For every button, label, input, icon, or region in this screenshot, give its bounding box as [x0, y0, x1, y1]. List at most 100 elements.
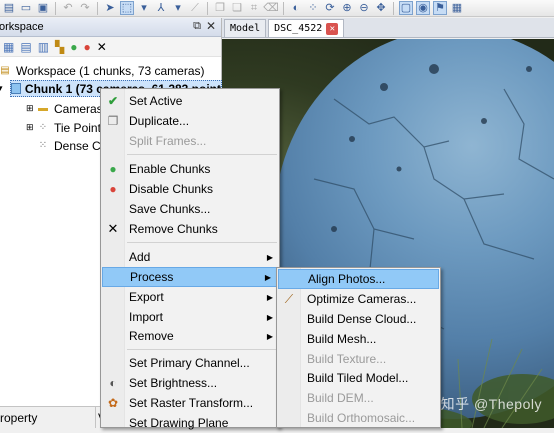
- menu-item-label: Remove Chunks: [129, 222, 218, 236]
- menu-separator: [127, 242, 277, 243]
- menu-item-enable-chunks[interactable]: ● Enable Chunks: [101, 159, 279, 179]
- remove-icon[interactable]: ✕: [97, 40, 107, 54]
- workspace-title-bar: orkspace ⧉ ✕: [0, 18, 221, 37]
- sphere-icon[interactable]: ◐: [289, 1, 303, 15]
- menu-item-label: Build Dense Cloud...: [307, 312, 417, 326]
- points-icon[interactable]: ⁘: [306, 1, 320, 15]
- tab-photo[interactable]: DSC_4522 ✕: [268, 19, 345, 37]
- menu-item-split-frames[interactable]: Split Frames...: [101, 131, 279, 151]
- close-icon[interactable]: ✕: [326, 22, 339, 35]
- shapes-view-icon[interactable]: ◉: [416, 1, 430, 15]
- menu-item-build-dem[interactable]: Build DEM...: [277, 388, 440, 408]
- watermark: 知乎 @Thepoly: [440, 396, 542, 412]
- property-column-header[interactable]: roperty: [0, 407, 96, 428]
- menu-item-set-primary-channel[interactable]: Set Primary Channel...: [101, 353, 279, 373]
- menu-item-disable-chunks[interactable]: ● Disable Chunks: [101, 179, 279, 199]
- crop-icon[interactable]: ⌗: [247, 1, 261, 15]
- enable-icon[interactable]: ●: [70, 40, 77, 54]
- chunk-icon: [11, 83, 21, 94]
- selection-tool-icon[interactable]: ⬚: [120, 1, 134, 15]
- ruler-icon[interactable]: ⟋: [188, 1, 202, 15]
- undock-icon[interactable]: ⧉: [193, 20, 201, 33]
- menu-item-build-orthomosaic[interactable]: Build Orthomosaic...: [277, 408, 440, 428]
- menu-item-label: Add: [129, 250, 151, 264]
- menu-item-optimize-cameras[interactable]: ⟋ Optimize Cameras...: [277, 289, 440, 309]
- workspace-root-item[interactable]: ▤ Workspace (1 chunks, 73 cameras): [0, 62, 204, 79]
- menu-item-build-tiled-model[interactable]: Build Tiled Model...: [277, 368, 440, 388]
- copy-icon[interactable]: ❐: [213, 1, 227, 15]
- checkmark-icon: ✔: [107, 94, 119, 108]
- menu-item-label: Import: [129, 310, 164, 324]
- pointer-icon[interactable]: ➤: [103, 1, 117, 15]
- redo-icon[interactable]: ↷: [78, 1, 92, 15]
- menu-item-add[interactable]: Add ▶: [101, 247, 279, 267]
- menu-item-label: Duplicate...: [129, 114, 190, 128]
- tree-item-tie-points[interactable]: ⊞ ⁘ Tie Points: [26, 119, 107, 136]
- disable-icon[interactable]: ●: [84, 40, 91, 54]
- duplicate-icon: ❐: [107, 114, 119, 128]
- merge-chunks-icon[interactable]: ▚: [55, 40, 64, 54]
- menu-item-build-texture[interactable]: Build Texture...: [277, 349, 440, 369]
- open-icon[interactable]: ▤: [2, 1, 16, 15]
- cameras-view-icon[interactable]: ▢: [399, 1, 413, 15]
- menu-item-align-photos[interactable]: Align Photos...: [278, 269, 439, 289]
- enable-icon: ●: [109, 162, 117, 176]
- menu-item-process[interactable]: Process ▶: [102, 267, 278, 287]
- submenu-arrow-icon: ▶: [266, 312, 273, 322]
- menu-item-remove-chunks[interactable]: ✕ Remove Chunks: [101, 219, 279, 239]
- menu-item-label: Build DEM...: [307, 391, 374, 405]
- menu-item-set-raster-transform[interactable]: ✿ Set Raster Transform...: [101, 393, 279, 413]
- menu-separator: [127, 154, 277, 155]
- move-icon[interactable]: ✥: [374, 1, 388, 15]
- menu-item-label: Set Active: [129, 94, 183, 108]
- markers-view-icon[interactable]: ⚑: [433, 1, 447, 15]
- menu-item-set-brightness[interactable]: ◐ Set Brightness...: [101, 373, 279, 393]
- menu-item-set-active[interactable]: ✔ Set Active: [101, 91, 279, 111]
- expand-plus-icon[interactable]: ⊞: [26, 103, 36, 114]
- menu-item-duplicate[interactable]: ❐ Duplicate...: [101, 111, 279, 131]
- zoom-in-icon[interactable]: ⊕: [340, 1, 354, 15]
- workspace-icon: ▤: [0, 65, 10, 76]
- undo-icon[interactable]: ↶: [61, 1, 75, 15]
- close-icon: ✕: [107, 221, 119, 236]
- tie-points-icon: ⁘: [38, 122, 48, 133]
- navigation-tool-icon[interactable]: ⅄: [154, 1, 168, 15]
- dropdown-arrow-icon[interactable]: ▾: [137, 1, 151, 15]
- expand-plus-icon[interactable]: ⊞: [26, 122, 36, 133]
- paste-icon[interactable]: ❏: [230, 1, 244, 15]
- close-pane-icon[interactable]: ✕: [206, 19, 216, 33]
- menu-item-save-chunks[interactable]: Save Chunks...: [101, 199, 279, 219]
- menu-item-build-mesh[interactable]: Build Mesh...: [277, 329, 440, 349]
- tab-model[interactable]: Model: [224, 19, 267, 37]
- delete-icon[interactable]: ⌫: [263, 1, 279, 15]
- toolbar-separator: [207, 1, 208, 15]
- brightness-icon: ◐: [109, 376, 117, 390]
- save-icon[interactable]: ▣: [36, 1, 50, 15]
- add-folder-icon[interactable]: ▥: [38, 40, 49, 54]
- menu-item-label: Align Photos...: [308, 272, 386, 286]
- menu-item-label: Optimize Cameras...: [307, 292, 417, 306]
- zoom-out-icon[interactable]: ⊖: [357, 1, 371, 15]
- toolbar-separator: [283, 1, 284, 15]
- rotate-icon[interactable]: ⟳: [323, 1, 337, 15]
- menu-item-set-drawing-plane[interactable]: Set Drawing Plane: [101, 413, 279, 433]
- workspace-toolbar: ▦ ▤ ▥ ▚ ● ● ✕: [0, 37, 221, 57]
- dropdown-arrow-icon[interactable]: ▾: [171, 1, 185, 15]
- dense-cloud-icon: ⁙: [38, 140, 48, 151]
- menu-item-export[interactable]: Export ▶: [101, 287, 279, 307]
- chevron-down-icon: ▾: [0, 83, 3, 93]
- grid-view-icon[interactable]: ▦: [450, 1, 464, 15]
- add-chunk-icon[interactable]: ▦: [3, 40, 14, 54]
- menu-item-remove[interactable]: Remove ▶: [101, 326, 279, 346]
- menu-item-label: Split Frames...: [129, 134, 207, 148]
- folder-icon: ▬: [38, 103, 48, 114]
- add-photos-icon[interactable]: ▤: [20, 40, 31, 54]
- menu-item-import[interactable]: Import ▶: [101, 307, 279, 327]
- menu-item-build-dense-cloud[interactable]: Build Dense Cloud...: [277, 309, 440, 329]
- tree-item-dense-cloud[interactable]: ⁙ Dense Clo: [36, 137, 110, 154]
- menu-item-label: Set Raster Transform...: [129, 396, 254, 410]
- expand-toggle[interactable]: ▾: [0, 80, 10, 97]
- tree-item-cameras[interactable]: ⊞ ▬ Cameras (: [26, 100, 110, 117]
- folder-icon[interactable]: ▭: [19, 1, 33, 15]
- toolbar-separator: [393, 1, 394, 15]
